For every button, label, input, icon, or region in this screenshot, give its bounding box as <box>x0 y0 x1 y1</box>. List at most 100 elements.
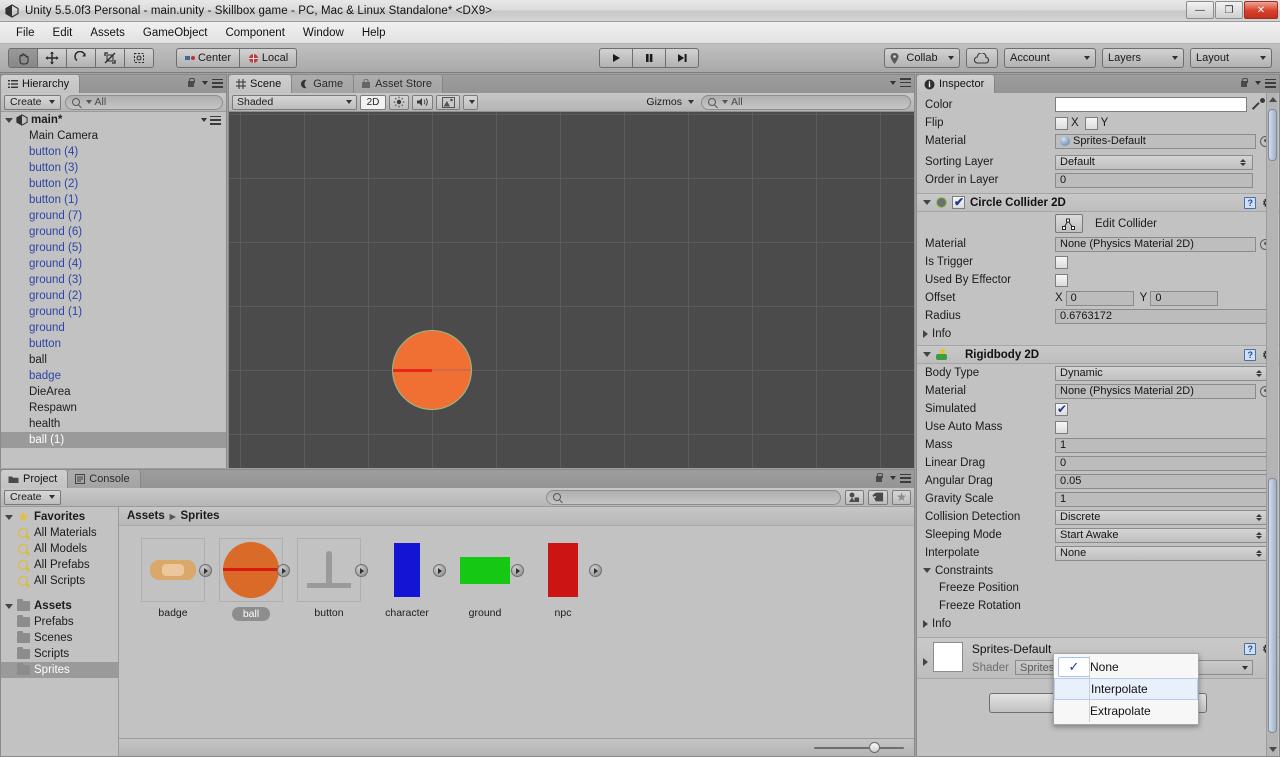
pivot-rotation-button[interactable]: Local <box>239 48 297 68</box>
expand-sprite-icon[interactable] <box>589 564 602 577</box>
project-folder-item[interactable]: Prefabs <box>1 614 118 630</box>
asset-item[interactable]: character <box>375 538 446 619</box>
menu-file[interactable]: File <box>7 25 44 41</box>
hamburger-menu-icon[interactable] <box>900 473 911 483</box>
gravity-scale-field[interactable]: 1 <box>1055 491 1269 507</box>
collision-detection-dropdown[interactable]: Discrete <box>1055 509 1269 525</box>
collider-material-field[interactable]: None (Physics Material 2D) <box>1055 236 1256 252</box>
tab-console[interactable]: Console <box>68 470 141 488</box>
expand-arrow-icon[interactable] <box>923 568 931 573</box>
help-icon[interactable]: ? <box>1244 348 1257 361</box>
filter-by-label-button[interactable] <box>868 489 888 505</box>
asset-item[interactable]: npc <box>531 538 602 619</box>
radius-field[interactable]: 0.6763172 <box>1055 308 1269 324</box>
expand-sprite-icon[interactable] <box>199 564 212 577</box>
draw-mode-dropdown[interactable]: Shaded <box>232 94 357 110</box>
expand-arrow-icon[interactable] <box>5 117 13 123</box>
inspector-body[interactable]: Color Flip X Y Material Sprites-Default <box>917 93 1279 756</box>
breadcrumb-sprites[interactable]: Sprites <box>181 510 220 522</box>
hierarchy-item[interactable]: Main Camera <box>1 128 226 144</box>
scene-root-row[interactable]: main* <box>1 112 226 128</box>
hierarchy-search-input[interactable]: All <box>64 94 223 110</box>
play-button[interactable] <box>599 48 633 68</box>
effects-toggle-button[interactable] <box>436 94 460 110</box>
rb-material-field[interactable]: None (Physics Material 2D) <box>1055 383 1256 399</box>
menu-item-none[interactable]: ✓ None <box>1054 656 1198 678</box>
flip-x-checkbox[interactable] <box>1055 116 1068 130</box>
favorites-filter-button[interactable]: ★ <box>892 489 911 505</box>
inspector-scrollbar[interactable] <box>1266 93 1278 756</box>
body-type-dropdown[interactable]: Dynamic <box>1055 365 1269 381</box>
scene-canvas[interactable] <box>229 112 914 468</box>
hierarchy-item[interactable]: ball (1) <box>1 432 226 448</box>
edit-collider-button[interactable] <box>1055 214 1083 233</box>
circle-collider-header[interactable]: Circle Collider 2D ? ⚙ <box>917 193 1279 212</box>
favorites-item[interactable]: All Prefabs <box>1 557 118 573</box>
effects-dropdown-button[interactable] <box>463 94 478 110</box>
hierarchy-item[interactable]: ground (4) <box>1 256 226 272</box>
thumbnail-size-slider[interactable] <box>814 742 904 754</box>
project-folder-item[interactable]: Sprites <box>1 662 118 678</box>
is-trigger-checkbox[interactable] <box>1055 255 1068 269</box>
lock-icon[interactable] <box>187 78 195 88</box>
scale-tool-button[interactable] <box>95 48 125 68</box>
cloud-button[interactable] <box>966 48 998 68</box>
hierarchy-item[interactable]: button (1) <box>1 192 226 208</box>
hierarchy-item[interactable]: health <box>1 416 226 432</box>
menu-help[interactable]: Help <box>353 25 395 41</box>
sleeping-mode-dropdown[interactable]: Start Awake <box>1055 527 1269 543</box>
simulated-checkbox[interactable] <box>1055 402 1068 416</box>
hierarchy-item[interactable]: ground <box>1 320 226 336</box>
slider-knob[interactable] <box>869 742 880 753</box>
lock-icon[interactable] <box>875 473 883 483</box>
expand-sprite-icon[interactable] <box>433 564 446 577</box>
hierarchy-item[interactable]: Respawn <box>1 400 226 416</box>
hierarchy-item[interactable]: button <box>1 336 226 352</box>
favorites-item[interactable]: All Models <box>1 541 118 557</box>
angular-drag-field[interactable]: 0.05 <box>1055 473 1269 489</box>
rotate-tool-button[interactable] <box>66 48 96 68</box>
hierarchy-create-button[interactable]: Create <box>4 94 61 110</box>
project-tree[interactable]: ★ Favorites All Materials All Models All P… <box>1 507 119 756</box>
tab-hierarchy[interactable]: Hierarchy <box>1 75 81 93</box>
lighting-toggle-button[interactable] <box>389 94 409 110</box>
ball-sprite-in-scene[interactable] <box>393 331 471 409</box>
layout-button[interactable]: Layout <box>1190 48 1272 68</box>
constraints-row[interactable]: Constraints <box>917 562 1279 579</box>
help-icon[interactable]: ? <box>1244 643 1257 655</box>
audio-toggle-button[interactable] <box>412 94 433 110</box>
asset-item[interactable]: ball <box>219 538 290 621</box>
expand-arrow-icon[interactable] <box>923 619 928 628</box>
maximize-button[interactable]: ❐ <box>1215 1 1243 19</box>
interpolate-dropdown[interactable]: None <box>1055 545 1269 561</box>
hierarchy-item[interactable]: ground (3) <box>1 272 226 288</box>
expand-sprite-icon[interactable] <box>511 564 524 577</box>
scroll-up-arrow-icon[interactable] <box>1269 97 1277 102</box>
offset-x-field[interactable]: 0 <box>1065 290 1134 306</box>
tab-project[interactable]: Project <box>1 470 69 488</box>
expand-sprite-icon[interactable] <box>277 564 290 577</box>
hierarchy-item[interactable]: button (3) <box>1 160 226 176</box>
hierarchy-item[interactable]: button (4) <box>1 144 226 160</box>
project-create-button[interactable]: Create <box>4 489 61 505</box>
menu-assets[interactable]: Assets <box>81 25 134 41</box>
collider-info-row[interactable]: Info <box>917 325 1279 342</box>
tab-scene[interactable]: Scene <box>229 75 293 93</box>
scene-search-input[interactable]: All <box>701 94 911 110</box>
project-folder-item[interactable]: Scenes <box>1 630 118 646</box>
color-swatch[interactable] <box>1055 97 1247 112</box>
account-button[interactable]: Account <box>1004 48 1096 68</box>
rigidbody-info-row[interactable]: Info <box>917 615 1279 632</box>
menu-item-interpolate[interactable]: Interpolate <box>1054 678 1198 700</box>
assets-group-row[interactable]: Assets <box>1 598 118 614</box>
toggle-2d-button[interactable]: 2D <box>360 94 386 110</box>
hierarchy-item[interactable]: badge <box>1 368 226 384</box>
scrollbar-thumb-top[interactable] <box>1268 109 1277 161</box>
hierarchy-item[interactable]: ball <box>1 352 226 368</box>
tab-game[interactable]: Game <box>292 75 355 93</box>
hierarchy-item[interactable]: ground (2) <box>1 288 226 304</box>
hierarchy-list[interactable]: main* Main Camera button (4) button (3) but… <box>1 112 226 468</box>
hand-tool-button[interactable] <box>8 48 38 68</box>
project-search-input[interactable] <box>546 489 842 505</box>
auto-mass-checkbox[interactable] <box>1055 420 1068 434</box>
